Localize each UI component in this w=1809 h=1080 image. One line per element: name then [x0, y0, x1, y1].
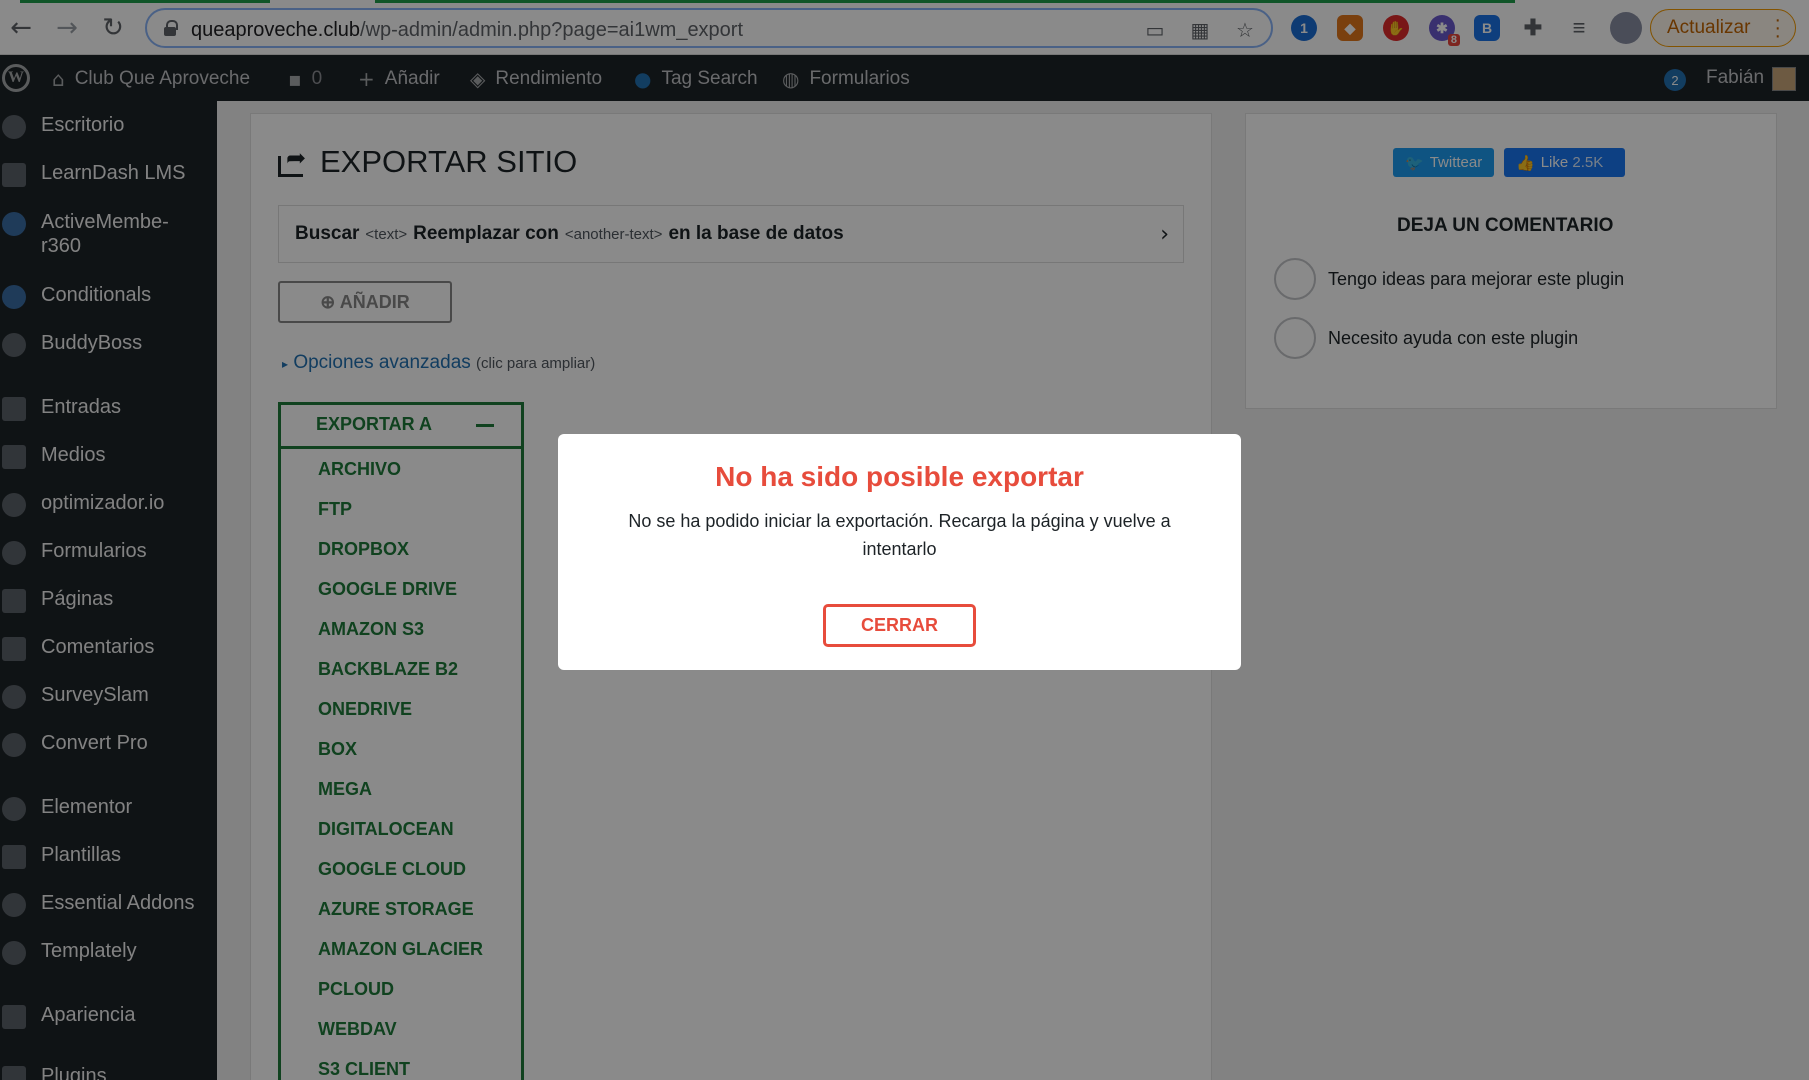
modal-title: No ha sido posible exportar — [715, 461, 1084, 492]
modal-message: No se ha podido iniciar la exportación. … — [628, 511, 1171, 559]
close-modal-button[interactable]: CERRAR — [823, 604, 976, 647]
error-modal: No ha sido posible exportar No se ha pod… — [558, 434, 1241, 670]
